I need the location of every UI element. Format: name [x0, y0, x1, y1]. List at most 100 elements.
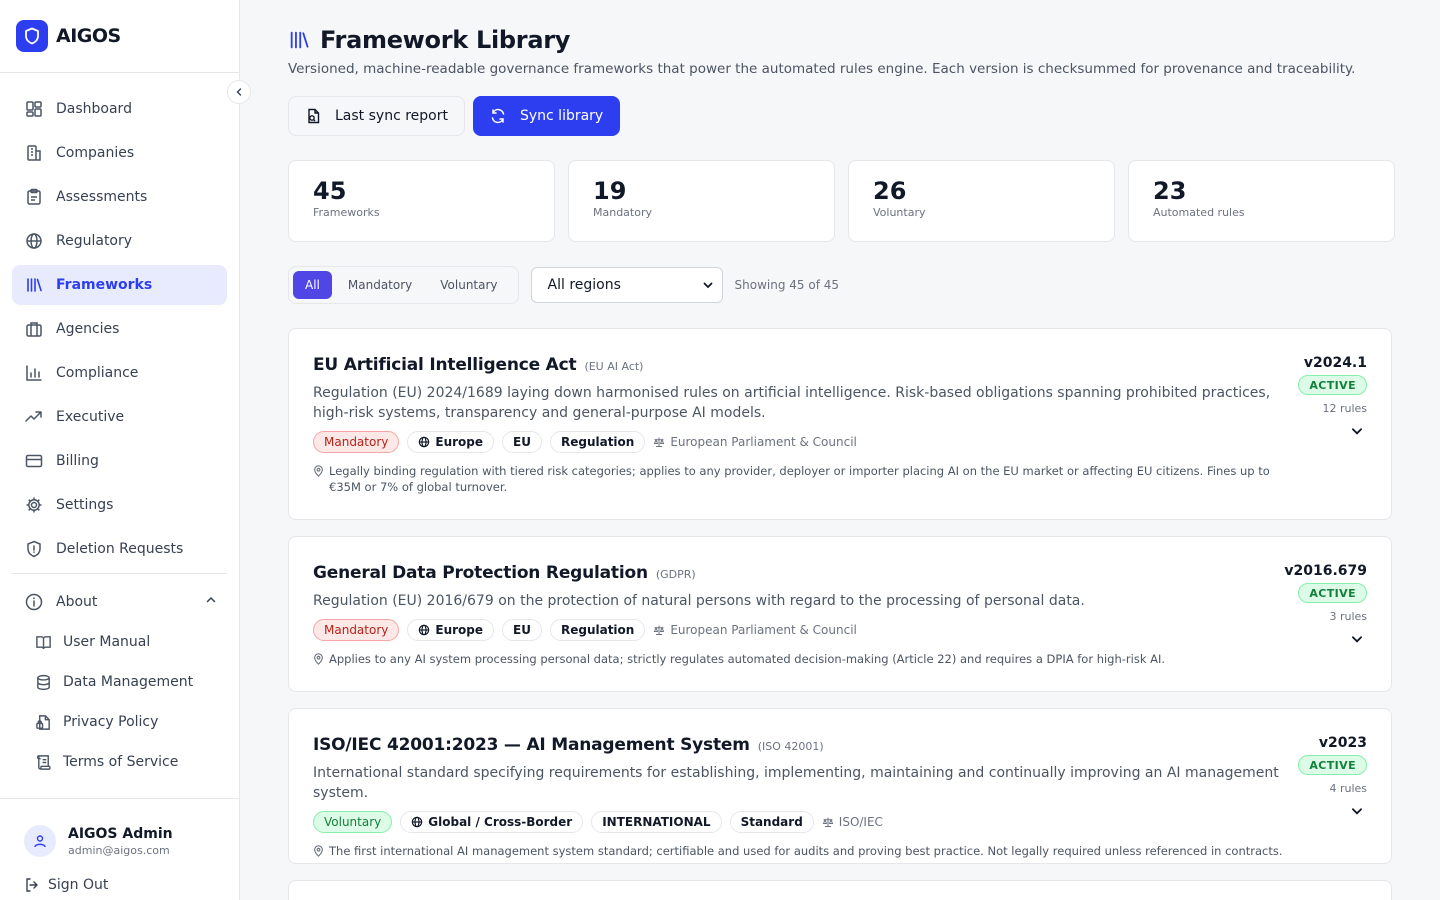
sidebar-item-label: Billing: [56, 453, 99, 469]
framework-note: Applies to any AI system processing pers…: [313, 651, 1298, 667]
stat-value: 45: [313, 177, 347, 205]
category-badge: Regulation: [549, 619, 646, 641]
expand-button[interactable]: [1347, 801, 1367, 821]
sidebar-item-data-management[interactable]: Data Management: [12, 662, 227, 702]
chevron-up-icon: [205, 594, 217, 610]
sidebar-item-agencies[interactable]: Agencies: [12, 309, 227, 349]
shield-logo-icon: [16, 20, 48, 52]
globe-icon: [418, 436, 430, 448]
region-badge: Europe: [407, 619, 495, 641]
globe-icon: [411, 816, 423, 828]
scroll-icon: [34, 753, 52, 771]
issuer-text: European Parliament & Council: [670, 435, 857, 449]
filter-tab-all[interactable]: All: [293, 271, 332, 299]
expand-button[interactable]: [1347, 421, 1367, 441]
stat-label: Voluntary: [873, 206, 926, 219]
brand[interactable]: AIGOS: [0, 0, 239, 73]
sidebar-item-executive[interactable]: Executive: [12, 397, 227, 437]
sidebar-item-label: Settings: [56, 497, 114, 513]
jurisdiction-badge: EU: [502, 431, 542, 453]
sidebar-item-frameworks[interactable]: Frameworks: [12, 265, 227, 305]
sidebar-item-label: Regulatory: [56, 233, 133, 249]
framework-card[interactable]: General Data Protection Regulation (GDPR…: [288, 536, 1392, 692]
jurisdiction-badge: EU: [502, 619, 542, 641]
region-text: Global / Cross-Border: [428, 815, 573, 829]
bar-chart-icon: [24, 363, 44, 383]
status-badge: ACTIVE: [1298, 375, 1367, 395]
sidebar-item-settings[interactable]: Settings: [12, 485, 227, 525]
note-text: Applies to any AI system processing pers…: [329, 652, 1166, 666]
sync-library-button[interactable]: Sync library: [472, 96, 621, 136]
region-badge: Europe: [407, 431, 495, 453]
sidebar-item-label: Dashboard: [56, 101, 132, 117]
category-badge: Standard: [729, 811, 814, 833]
framework-card[interactable]: ISO/IEC 42001:2023 — AI Management Syste…: [288, 708, 1392, 864]
framework-description: Regulation (EU) 2024/1689 laying down ha…: [313, 385, 1271, 421]
sidebar-item-companies[interactable]: Companies: [12, 133, 227, 173]
chevron-down-icon: [1351, 636, 1363, 643]
sidebar-item-assessments[interactable]: Assessments: [12, 177, 227, 217]
refresh-icon: [490, 108, 506, 124]
sidebar-item-label: Frameworks: [56, 277, 153, 293]
sign-out-button[interactable]: Sign Out: [0, 877, 239, 893]
logout-icon: [24, 877, 40, 893]
brand-name: AIGOS: [56, 25, 121, 47]
type-badge: Mandatory: [313, 619, 400, 641]
user-profile[interactable]: AIGOS Admin admin@aigos.com: [0, 799, 239, 857]
about-label: About: [56, 594, 98, 610]
about-toggle[interactable]: About: [12, 582, 227, 622]
page-title: Framework Library: [320, 26, 571, 54]
filter-tab-voluntary[interactable]: Voluntary: [428, 271, 509, 299]
map-pin-icon: [313, 465, 324, 495]
result-count: Showing 45 of 45: [734, 278, 840, 292]
sidebar-nav: Dashboard Companies Assessments Regulato…: [12, 89, 227, 782]
stat-card-automated-rules: 23 Automated rules: [1128, 160, 1395, 242]
sidebar-item-label: Data Management: [63, 674, 194, 690]
region-text: Europe: [435, 623, 484, 637]
sidebar-item-deletion-requests[interactable]: Deletion Requests: [12, 529, 227, 569]
issuer: ISO/IEC: [822, 815, 883, 829]
expand-button[interactable]: [1347, 629, 1367, 649]
sidebar-item-user-manual[interactable]: User Manual: [12, 622, 227, 662]
sidebar-item-label: Terms of Service: [63, 754, 179, 770]
collapse-sidebar-button[interactable]: [227, 80, 251, 104]
stat-card-voluntary: 26 Voluntary: [848, 160, 1115, 242]
framework-note: Legally binding regulation with tiered r…: [313, 463, 1298, 495]
sidebar-item-compliance[interactable]: Compliance: [12, 353, 227, 393]
framework-card[interactable]: EU Artificial Intelligence Act (EU AI Ac…: [288, 328, 1392, 520]
note-text: Legally binding regulation with tiered r…: [329, 464, 1270, 494]
sync-library-label: Sync library: [519, 108, 604, 124]
sidebar-item-label: Companies: [56, 145, 135, 161]
map-pin-icon: [313, 845, 324, 859]
sidebar-item-privacy-policy[interactable]: Privacy Policy: [12, 702, 227, 742]
last-sync-report-button[interactable]: Last sync report: [288, 96, 465, 136]
framework-abbr: (ISO 42001): [757, 740, 824, 753]
framework-card[interactable]: [288, 880, 1392, 900]
type-badge: Mandatory: [313, 431, 400, 453]
chevron-down-icon: [1351, 428, 1363, 435]
sidebar-item-regulatory[interactable]: Regulatory: [12, 221, 227, 261]
sidebar-item-label: Executive: [56, 409, 125, 425]
filter-tab-mandatory[interactable]: Mandatory: [336, 271, 424, 299]
status-badge: ACTIVE: [1298, 755, 1367, 775]
page-header: Framework Library: [288, 24, 570, 56]
user-email: admin@aigos.com: [68, 843, 170, 857]
scale-icon: [822, 816, 834, 828]
scale-icon: [653, 624, 665, 636]
type-filter: All Mandatory Voluntary: [288, 266, 519, 304]
sidebar-item-billing[interactable]: Billing: [12, 441, 227, 481]
stat-card-frameworks: 45 Frameworks: [288, 160, 555, 242]
region-badge: Global / Cross-Border: [400, 811, 584, 833]
last-sync-label: Last sync report: [335, 108, 448, 124]
user-name: AIGOS Admin: [68, 825, 173, 842]
globe-icon: [418, 624, 430, 636]
sidebar-item-terms-of-service[interactable]: Terms of Service: [12, 742, 227, 782]
sidebar-item-dashboard[interactable]: Dashboard: [12, 89, 227, 129]
rules-count: 4 rules: [1329, 782, 1367, 795]
library-icon: [24, 275, 44, 295]
issuer-text: ISO/IEC: [838, 815, 883, 829]
region-select[interactable]: All regions: [530, 267, 723, 303]
book-icon: [34, 633, 52, 651]
type-badge: Voluntary: [313, 811, 393, 833]
stat-card-mandatory: 19 Mandatory: [568, 160, 835, 242]
